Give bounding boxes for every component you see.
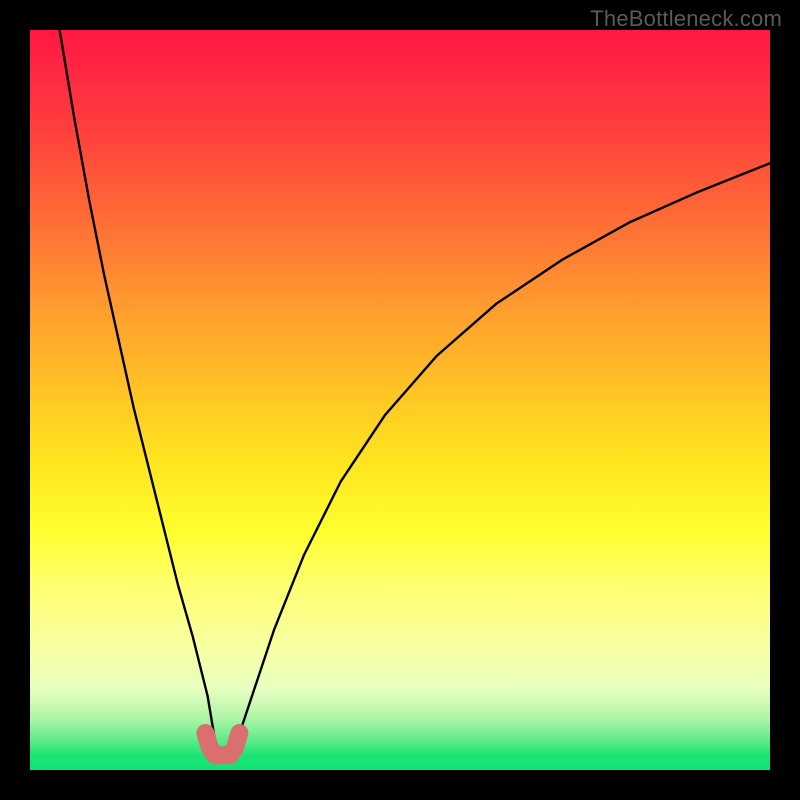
bottleneck-curve [60,30,770,755]
highlight-segment [205,733,239,755]
plot-area [30,30,770,770]
chart-svg [30,30,770,770]
watermark-text: TheBottleneck.com [590,6,782,32]
